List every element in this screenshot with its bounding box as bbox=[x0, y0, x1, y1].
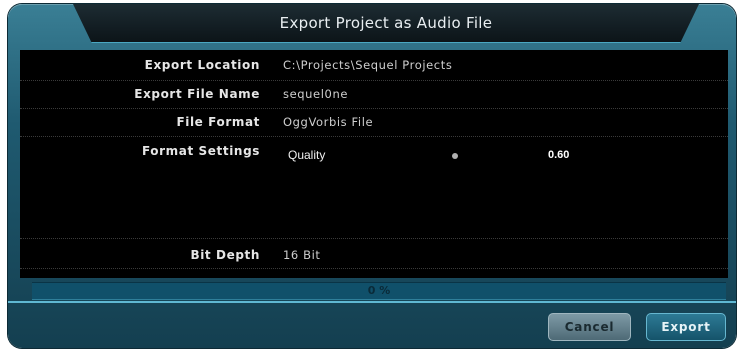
quality-slider-handle[interactable] bbox=[452, 153, 458, 159]
bit-depth-select[interactable]: 16 Bit bbox=[283, 248, 320, 262]
file-format-label: File Format bbox=[176, 115, 260, 129]
export-location-row: Export Location C:\Projects\Sequel Proje… bbox=[20, 50, 728, 81]
progress-text: 0 % bbox=[367, 284, 391, 297]
export-settings-panel: Export Location C:\Projects\Sequel Proje… bbox=[20, 50, 728, 278]
bit-depth-row: Bit Depth 16 Bit bbox=[20, 238, 728, 269]
cancel-button[interactable]: Cancel bbox=[548, 313, 631, 341]
export-file-name-field[interactable]: sequel0ne bbox=[283, 87, 348, 101]
footer-divider bbox=[8, 301, 736, 303]
export-location-value[interactable]: C:\Projects\Sequel Projects bbox=[283, 58, 452, 72]
bit-depth-label: Bit Depth bbox=[190, 248, 260, 262]
export-file-name-label: Export File Name bbox=[134, 87, 260, 101]
file-format-select[interactable]: OggVorbis File bbox=[283, 115, 373, 129]
export-audio-dialog: Export Project as Audio File Export Loca… bbox=[8, 4, 736, 348]
dialog-title: Export Project as Audio File bbox=[279, 14, 493, 32]
file-format-row: File Format OggVorbis File bbox=[20, 108, 728, 137]
export-file-name-row: Export File Name sequel0ne bbox=[20, 80, 728, 109]
quality-value: 0.60 bbox=[548, 149, 570, 161]
format-settings-label: Format Settings bbox=[141, 144, 260, 158]
dialog-title-bar: Export Project as Audio File bbox=[73, 4, 699, 43]
export-location-label: Export Location bbox=[144, 58, 260, 72]
quality-label: Quality bbox=[288, 148, 326, 162]
export-progress-bar: 0 % bbox=[32, 282, 726, 300]
format-settings-row: Format Settings Quality 0.60 bbox=[20, 136, 728, 239]
export-button[interactable]: Export bbox=[646, 313, 726, 341]
